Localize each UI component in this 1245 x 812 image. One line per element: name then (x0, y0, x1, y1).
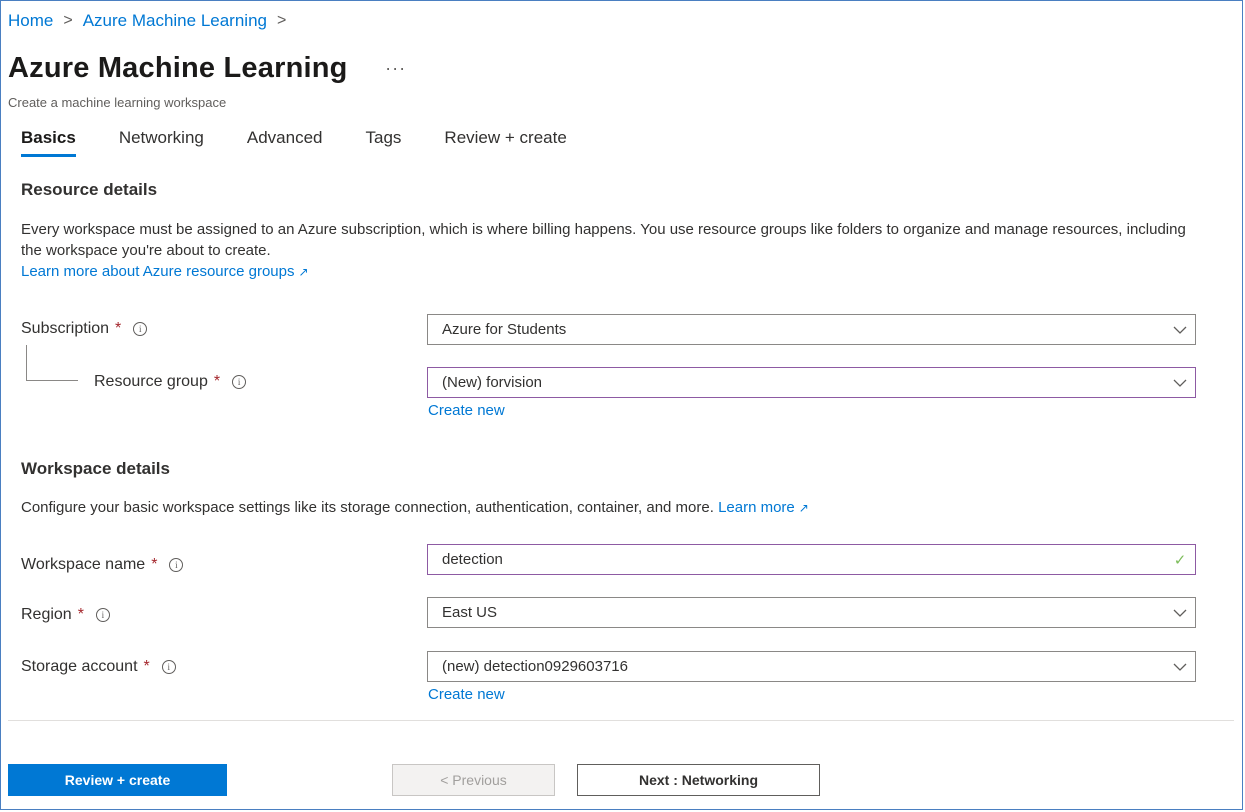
workspace-name-value: detection (442, 551, 503, 568)
tree-connector-vertical (26, 345, 27, 380)
region-label-text: Region (21, 606, 72, 623)
page-title: Azure Machine Learning (8, 52, 348, 84)
resource-group-label-text: Resource group (94, 373, 208, 390)
workspace-name-label-text: Workspace name (21, 556, 146, 573)
learn-more-resource-groups-link[interactable]: Learn more about Azure resource groups ↗ (21, 263, 309, 280)
workspace-name-label: Workspace name * i (21, 556, 184, 574)
region-value: East US (442, 604, 498, 621)
region-dropdown[interactable]: East US (427, 597, 1196, 628)
subscription-label-text: Subscription (21, 320, 110, 337)
required-asterisk: * (151, 556, 158, 573)
breadcrumb: Home > Azure Machine Learning > (8, 11, 296, 31)
info-icon[interactable]: i (232, 375, 247, 389)
external-link-icon: ↗ (798, 501, 809, 515)
tab-networking[interactable]: Networking (119, 128, 204, 157)
next-networking-button[interactable]: Next : Networking (577, 764, 820, 796)
subscription-dropdown[interactable]: Azure for Students (427, 314, 1196, 345)
create-new-resource-group-link[interactable]: Create new (428, 402, 505, 419)
resource-details-description: Every workspace must be assigned to an A… (21, 219, 1201, 283)
subscription-value: Azure for Students (442, 321, 567, 338)
info-icon[interactable]: i (161, 660, 176, 674)
required-asterisk: * (143, 658, 150, 675)
tab-advanced[interactable]: Advanced (247, 128, 323, 157)
storage-account-dropdown[interactable]: (new) detection0929603716 (427, 651, 1196, 682)
resource-details-text: Every workspace must be assigned to an A… (21, 221, 1186, 259)
title-row: Azure Machine Learning ... (8, 52, 407, 85)
footer-divider (8, 720, 1234, 721)
learn-more-workspace-link[interactable]: Learn more ↗ (718, 499, 809, 516)
required-asterisk: * (213, 373, 221, 390)
resource-group-value: (New) forvision (442, 374, 543, 391)
more-options-icon[interactable]: ... (386, 54, 407, 75)
chevron-down-icon (1165, 609, 1195, 617)
workspace-details-text: Configure your basic workspace settings … (21, 499, 714, 516)
required-asterisk: * (77, 606, 84, 623)
info-icon[interactable]: i (95, 608, 110, 622)
info-icon[interactable]: i (133, 322, 148, 336)
previous-button[interactable]: < Previous (392, 764, 555, 796)
tab-review-create[interactable]: Review + create (444, 128, 566, 157)
breadcrumb-home[interactable]: Home (8, 11, 53, 31)
info-icon[interactable]: i (169, 558, 184, 572)
storage-account-value: (new) detection0929603716 (442, 658, 628, 675)
chevron-down-icon (1165, 326, 1195, 334)
page-frame (0, 0, 1243, 810)
workspace-name-input[interactable]: detection ✓ (427, 544, 1196, 575)
learn-more-resource-groups-label: Learn more about Azure resource groups (21, 263, 295, 280)
tab-basics[interactable]: Basics (21, 128, 76, 157)
resource-details-heading: Resource details (21, 180, 158, 199)
create-new-storage-account-link[interactable]: Create new (428, 686, 505, 703)
tab-bar: Basics Networking Advanced Tags Review +… (21, 128, 610, 157)
checkmark-icon: ✓ (1173, 551, 1187, 569)
external-link-icon: ↗ (298, 265, 309, 279)
tree-connector-horizontal (26, 380, 78, 381)
required-asterisk: * (115, 320, 122, 337)
storage-account-label-text: Storage account (21, 658, 138, 675)
resource-group-dropdown[interactable]: (New) forvision (427, 367, 1196, 398)
resource-group-label: Resource group * i (94, 373, 247, 391)
breadcrumb-separator: > (276, 12, 287, 29)
workspace-details-description: Configure your basic workspace settings … (21, 497, 1201, 519)
page-subtitle: Create a machine learning workspace (8, 95, 227, 110)
chevron-down-icon (1165, 379, 1195, 387)
learn-more-label: Learn more (718, 499, 795, 516)
workspace-details-heading: Workspace details (21, 459, 170, 478)
breadcrumb-separator: > (63, 12, 73, 29)
breadcrumb-azure-ml[interactable]: Azure Machine Learning (83, 11, 267, 31)
subscription-label: Subscription * i (21, 320, 148, 338)
chevron-down-icon (1165, 663, 1195, 671)
tab-tags[interactable]: Tags (366, 128, 402, 157)
region-label: Region * i (21, 606, 110, 624)
storage-account-label: Storage account * i (21, 658, 176, 676)
review-create-button[interactable]: Review + create (8, 764, 227, 796)
